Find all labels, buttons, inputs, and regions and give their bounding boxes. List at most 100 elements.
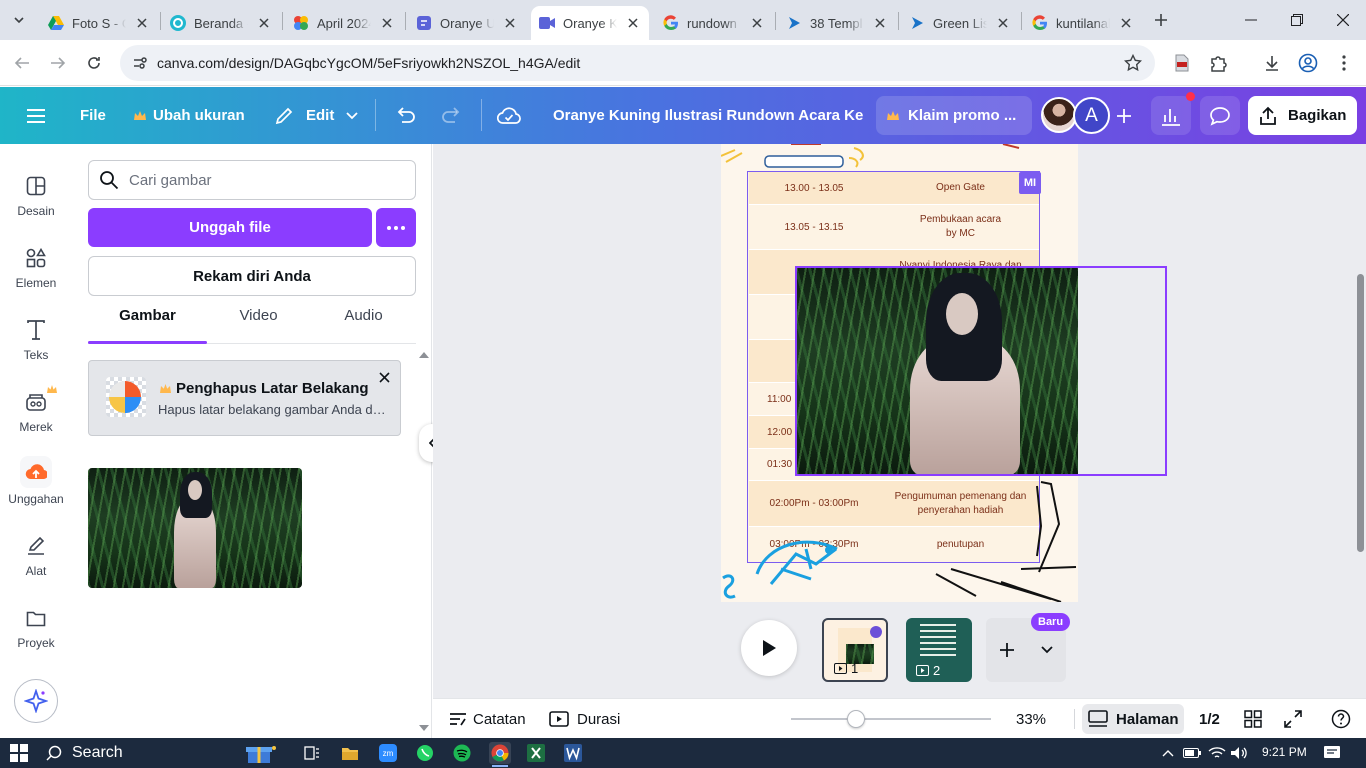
grid-view-icon[interactable] bbox=[1244, 699, 1262, 739]
tab-audio[interactable]: Audio bbox=[304, 307, 423, 324]
add-collaborator-plus-icon[interactable] bbox=[1116, 87, 1132, 144]
close-tab-icon[interactable] bbox=[254, 13, 274, 33]
system-clock[interactable]: 9:21 PM bbox=[1262, 745, 1307, 759]
rail-item-projects[interactable]: Proyek bbox=[0, 598, 72, 664]
redo-icon[interactable] bbox=[441, 87, 463, 144]
rail-item-elements[interactable]: Elemen bbox=[0, 238, 72, 304]
extensions-puzzle-icon[interactable] bbox=[1204, 49, 1232, 77]
file-explorer-icon[interactable] bbox=[340, 743, 360, 763]
scroll-down-arrow-icon[interactable] bbox=[418, 722, 430, 734]
url-bar[interactable]: canva.com/design/DAGqbcYgcOM/5eFsriyowkh… bbox=[120, 45, 1155, 81]
tab-search-icon[interactable] bbox=[8, 9, 30, 31]
close-tab-icon[interactable] bbox=[500, 13, 520, 33]
restore-icon[interactable] bbox=[1282, 6, 1312, 34]
add-page-chevron-icon[interactable] bbox=[1041, 646, 1053, 654]
document-title[interactable]: Oranye Kuning Ilustrasi Rundown Acara Ke… bbox=[553, 87, 863, 144]
user-avatar[interactable]: A bbox=[1073, 97, 1110, 134]
zoom-slider[interactable] bbox=[791, 718, 991, 720]
spotify-icon[interactable] bbox=[452, 743, 472, 763]
collaborator-avatar[interactable] bbox=[1041, 97, 1077, 133]
close-tab-icon[interactable] bbox=[747, 13, 767, 33]
browser-tab-active[interactable]: Oranye K bbox=[531, 6, 649, 40]
upload-file-button[interactable]: Unggah file bbox=[88, 208, 372, 247]
excel-icon[interactable] bbox=[526, 743, 546, 763]
zoom-app-icon[interactable]: zm bbox=[378, 743, 398, 763]
close-card-icon[interactable] bbox=[376, 369, 392, 385]
claim-promo-button[interactable]: Klaim promo ... bbox=[876, 96, 1032, 135]
close-tab-icon[interactable] bbox=[132, 13, 152, 33]
rail-item-uploads[interactable]: Unggahan bbox=[0, 454, 72, 520]
browser-tab[interactable]: April 2024 bbox=[285, 6, 403, 40]
play-button[interactable] bbox=[741, 620, 797, 676]
rail-item-design[interactable]: Desain bbox=[0, 166, 72, 232]
back-arrow-icon[interactable] bbox=[8, 49, 36, 77]
battery-icon[interactable] bbox=[1182, 743, 1202, 763]
notes-button[interactable]: Catatan bbox=[449, 699, 526, 739]
forward-arrow-icon[interactable] bbox=[44, 49, 72, 77]
volume-icon[interactable] bbox=[1229, 743, 1249, 763]
zoom-slider-knob[interactable] bbox=[847, 710, 865, 728]
download-icon[interactable] bbox=[1258, 49, 1286, 77]
rundown-row[interactable]: 13.05 - 13.15 Pembukaan acara by MC bbox=[749, 205, 1039, 250]
uploaded-image-thumbnail[interactable] bbox=[88, 468, 302, 588]
pdf-extension-icon[interactable] bbox=[1168, 49, 1196, 77]
reload-icon[interactable] bbox=[80, 49, 108, 77]
task-view-icon[interactable] bbox=[302, 743, 322, 763]
more-options-button[interactable] bbox=[376, 208, 416, 247]
browser-tab[interactable]: Foto S - G bbox=[40, 6, 158, 40]
taskbar-search[interactable]: Search bbox=[46, 738, 123, 768]
close-tab-icon[interactable] bbox=[1116, 13, 1136, 33]
rundown-row[interactable]: 13.00 - 13.05 Open Gate bbox=[749, 172, 1039, 205]
scroll-up-arrow-icon[interactable] bbox=[418, 348, 430, 360]
resize-button[interactable]: Ubah ukuran bbox=[133, 87, 245, 144]
rail-item-tools[interactable]: Alat bbox=[0, 526, 72, 592]
workspace-scrollbar[interactable] bbox=[1355, 144, 1366, 698]
file-menu[interactable]: File bbox=[80, 87, 106, 144]
help-question-icon[interactable] bbox=[1331, 699, 1351, 739]
browser-tab[interactable]: kuntilanak bbox=[1024, 6, 1142, 40]
page-thumbnail-1[interactable]: 1 bbox=[822, 618, 888, 682]
edit-mode-button[interactable]: Edit bbox=[274, 87, 358, 144]
new-tab-plus-icon[interactable] bbox=[1150, 9, 1172, 31]
browser-tab[interactable]: Green List bbox=[901, 6, 1019, 40]
browser-tab[interactable]: 38 Templ bbox=[778, 6, 896, 40]
tab-video[interactable]: Video bbox=[199, 307, 318, 324]
magic-sparkle-button[interactable] bbox=[14, 679, 58, 723]
close-tab-icon[interactable] bbox=[623, 13, 643, 33]
scroll-thumb[interactable] bbox=[1357, 274, 1364, 552]
image-search-input[interactable]: Cari gambar bbox=[88, 160, 416, 200]
fullscreen-expand-icon[interactable] bbox=[1284, 699, 1302, 739]
profile-icon[interactable] bbox=[1294, 49, 1322, 77]
browser-menu-icon[interactable] bbox=[1330, 49, 1358, 77]
zoom-percentage[interactable]: 33% bbox=[1016, 699, 1046, 739]
close-tab-icon[interactable] bbox=[870, 13, 890, 33]
whatsapp-icon[interactable] bbox=[415, 743, 435, 763]
hamburger-menu-icon[interactable] bbox=[26, 87, 46, 144]
chrome-icon[interactable] bbox=[489, 742, 511, 764]
browser-tab[interactable]: rundown bbox=[655, 6, 773, 40]
rail-item-text[interactable]: Teks bbox=[0, 310, 72, 376]
bookmark-star-icon[interactable] bbox=[1121, 51, 1145, 75]
close-tab-icon[interactable] bbox=[993, 13, 1013, 33]
pages-view-button[interactable]: Halaman bbox=[1082, 704, 1184, 734]
close-tab-icon[interactable] bbox=[377, 13, 397, 33]
windows-start-icon[interactable] bbox=[9, 743, 29, 763]
comments-button[interactable] bbox=[1200, 96, 1240, 135]
tab-images[interactable]: Gambar bbox=[88, 307, 207, 324]
insights-chart-button[interactable] bbox=[1151, 96, 1191, 135]
share-button[interactable]: Bagikan bbox=[1248, 96, 1357, 135]
minimize-icon[interactable] bbox=[1236, 6, 1266, 34]
image-selection-box[interactable] bbox=[795, 266, 1167, 476]
tray-chevron-up-icon[interactable] bbox=[1158, 743, 1178, 763]
browser-tab[interactable]: Beranda - bbox=[162, 6, 280, 40]
word-icon[interactable] bbox=[563, 743, 583, 763]
record-yourself-button[interactable]: Rekam diri Anda bbox=[88, 256, 416, 296]
undo-icon[interactable] bbox=[394, 87, 416, 144]
duration-button[interactable]: Durasi bbox=[549, 699, 620, 739]
add-page-plus-icon[interactable] bbox=[999, 642, 1015, 658]
close-window-icon[interactable] bbox=[1328, 6, 1358, 34]
cloud-saved-icon[interactable] bbox=[497, 87, 521, 144]
notification-center-icon[interactable] bbox=[1322, 743, 1342, 763]
page-thumbnail-2[interactable]: 2 bbox=[906, 618, 972, 682]
browser-tab[interactable]: Oranye U bbox=[408, 6, 526, 40]
